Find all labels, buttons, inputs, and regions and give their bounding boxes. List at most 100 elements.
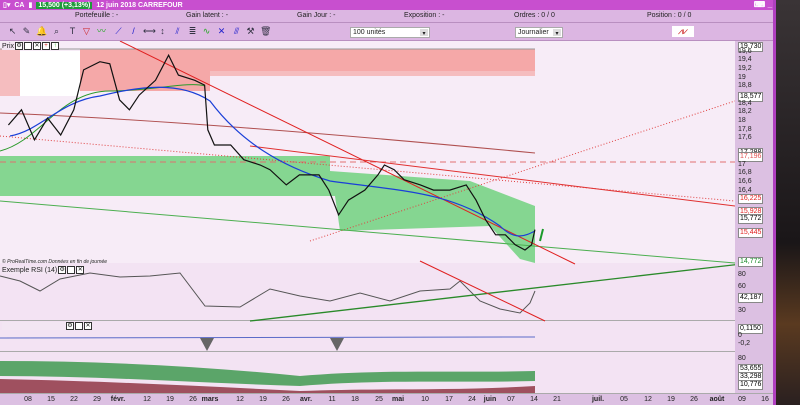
rsi-pane-header: Exemple RSI (14) ⚙ ✕ bbox=[2, 266, 85, 274]
axis-label: 19,2 bbox=[738, 65, 752, 73]
axis-label: 18,4 bbox=[738, 99, 752, 107]
date-label: 08 bbox=[24, 396, 32, 403]
chart-type-icon[interactable]: ▯▾ bbox=[3, 1, 10, 9]
hline-icon[interactable]: ⟷ bbox=[143, 26, 156, 37]
price-change-badge: 15,500 (+3,13%) bbox=[36, 1, 93, 9]
chart-area[interactable] bbox=[0, 41, 735, 393]
period-select[interactable]: Journalier ▾ bbox=[515, 27, 563, 38]
portefeuille[interactable]: Portefeuille : - bbox=[75, 12, 118, 19]
date-label: 12 bbox=[143, 396, 151, 403]
axis-label: 0 bbox=[738, 332, 742, 339]
date-label: 19 bbox=[259, 396, 267, 403]
date-label: 17 bbox=[445, 396, 453, 403]
symbol[interactable]: CA bbox=[14, 2, 24, 9]
indicator-icon[interactable]: ⩘⩗ bbox=[672, 26, 694, 37]
date-label: 16 bbox=[761, 396, 769, 403]
line-icon[interactable]: / bbox=[128, 26, 139, 37]
ordres[interactable]: Ordres : 0 / 0 bbox=[514, 12, 555, 19]
axis-label: 16,225 bbox=[738, 194, 764, 205]
date-label: 26 bbox=[282, 396, 290, 403]
axis-label: 10,776 bbox=[738, 380, 764, 390]
bell-icon[interactable]: 🔔 bbox=[36, 26, 47, 37]
date-axis[interactable]: 08 15 22 29 févr. 12 19 26 mars 12 19 26 avr. 11 18 25 m… bbox=[0, 393, 773, 405]
date-label: avr. bbox=[299, 396, 313, 403]
date-label: 09 bbox=[738, 396, 746, 403]
wrench-icon[interactable]: ⚙ bbox=[15, 42, 24, 50]
date-label: 11 bbox=[328, 396, 336, 403]
axis-label: 16,6 bbox=[738, 177, 752, 185]
close-icon[interactable]: ✕ bbox=[76, 266, 85, 274]
axis-label: 15,772 bbox=[738, 213, 764, 224]
cross-icon[interactable]: ✕ bbox=[216, 26, 227, 37]
axis-label: 19,6 bbox=[738, 47, 752, 55]
tools-icon[interactable]: ⚒ bbox=[245, 26, 256, 37]
zoom-icon[interactable]: ⌕ bbox=[51, 26, 62, 37]
date-name: 12 juin 2018 CARREFOUR bbox=[96, 1, 183, 9]
axis-label: 30 bbox=[738, 307, 746, 314]
axis-label: 18,8 bbox=[738, 82, 752, 90]
date-label: 22 bbox=[70, 396, 78, 403]
desktop-background bbox=[773, 0, 800, 405]
price-axis[interactable]: 19,730 19,6 19,4 19,2 19 18,8 18,577 18,4 18,2 18… bbox=[735, 41, 773, 393]
pointer-icon[interactable]: ↖ bbox=[7, 26, 18, 37]
axis-label: -0,2 bbox=[738, 340, 751, 347]
text-icon[interactable]: T bbox=[67, 26, 78, 37]
band-gap bbox=[20, 51, 80, 96]
date-label: 15 bbox=[47, 396, 55, 403]
exposition[interactable]: Exposition : - bbox=[404, 12, 444, 19]
fan-icon[interactable]: ⫻ bbox=[231, 26, 242, 37]
date-label: 29 bbox=[93, 396, 101, 403]
window-icon[interactable] bbox=[75, 322, 83, 330]
up-icon[interactable]: ↑ bbox=[51, 42, 60, 50]
axis-label: 14,772 bbox=[738, 257, 764, 268]
vline-icon[interactable]: ↕ bbox=[157, 26, 168, 37]
window-icon[interactable] bbox=[67, 266, 76, 274]
date-label: juin bbox=[483, 396, 497, 403]
parallel-icon[interactable]: ⫽ bbox=[172, 26, 183, 37]
axis-label: 19 bbox=[738, 73, 746, 81]
date-label: 14 bbox=[530, 396, 538, 403]
channel-icon[interactable]: ▽ bbox=[81, 26, 92, 37]
window-icon[interactable] bbox=[24, 42, 33, 50]
date-label: 19 bbox=[166, 396, 174, 403]
close-icon[interactable]: ✕ bbox=[84, 322, 92, 330]
add-icon[interactable]: + bbox=[42, 42, 51, 50]
info-icon[interactable]: ▮ bbox=[29, 1, 33, 9]
chevron-down-icon: ▾ bbox=[420, 29, 428, 37]
wave-icon[interactable]: 〰 bbox=[96, 26, 107, 37]
axis-label: 18 bbox=[738, 117, 746, 125]
axis-label: 15,445 bbox=[738, 228, 764, 238]
axis-label: 17 bbox=[738, 160, 746, 168]
date-label: 12 bbox=[644, 396, 652, 403]
chevron-down-icon: ▾ bbox=[553, 29, 561, 37]
trash-icon[interactable]: 🗑 bbox=[260, 26, 271, 37]
date-label: août bbox=[709, 396, 725, 403]
close-icon[interactable]: ✕ bbox=[33, 42, 42, 50]
date-label: juil. bbox=[591, 396, 605, 403]
trend-icon[interactable]: ∿ bbox=[201, 26, 212, 37]
date-label: 10 bbox=[421, 396, 429, 403]
date-label: 07 bbox=[507, 396, 515, 403]
date-label: 19 bbox=[667, 396, 675, 403]
axis-label: 16,8 bbox=[738, 169, 752, 177]
date-label: 12 bbox=[236, 396, 244, 403]
date-label: 05 bbox=[620, 396, 628, 403]
axis-label: 80 bbox=[738, 271, 746, 278]
gain-jour[interactable]: Gain Jour : - bbox=[297, 12, 336, 19]
wrench-icon[interactable]: ⚙ bbox=[58, 266, 67, 274]
axis-label: 60 bbox=[738, 283, 746, 290]
date-label: 26 bbox=[189, 396, 197, 403]
fibo-icon[interactable]: ≣ bbox=[187, 26, 198, 37]
account-bar: Portefeuille : - Gain latent : - Gain Jo… bbox=[0, 10, 790, 23]
macd-pane-bg bbox=[0, 321, 735, 351]
pencil-icon[interactable]: ✎ bbox=[21, 26, 32, 37]
title-bar: ▯▾ CA ▮ 15,500 (+3,13%) 12 juin 2018 CAR… bbox=[0, 0, 790, 10]
price-pane-header: Prix ⚙ ✕ + ↑ bbox=[2, 42, 60, 50]
date-label: mai bbox=[391, 396, 405, 403]
axis-label: 17,8 bbox=[738, 125, 752, 133]
segment-icon[interactable]: ⟋ bbox=[113, 26, 124, 37]
gain-latent[interactable]: Gain latent : - bbox=[186, 12, 228, 19]
position[interactable]: Position : 0 / 0 bbox=[647, 12, 691, 19]
quantity-select[interactable]: 100 unités ▾ bbox=[350, 27, 430, 38]
wrench-icon[interactable]: ⚙ bbox=[66, 322, 74, 330]
